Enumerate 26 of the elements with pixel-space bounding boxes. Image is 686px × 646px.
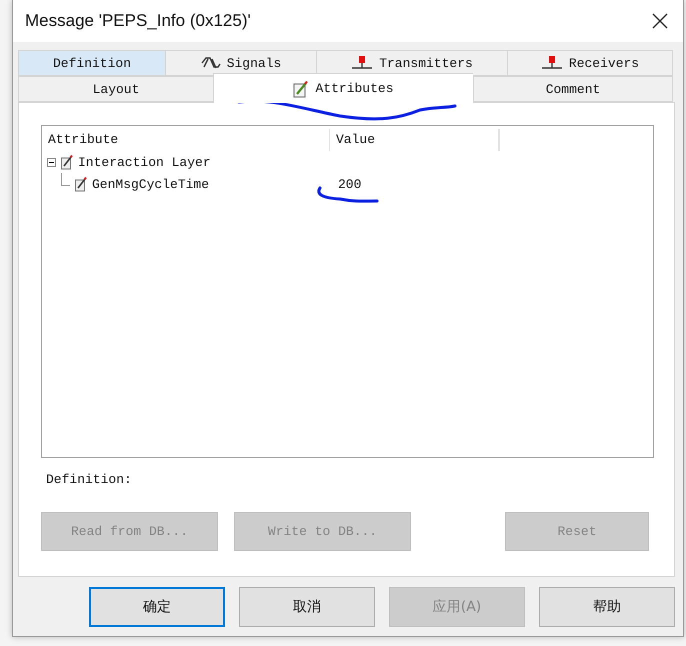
close-icon[interactable]	[652, 13, 668, 29]
node-icon	[351, 55, 374, 71]
attribute-value: 200	[337, 176, 362, 192]
tree-item[interactable]: GenMsgCycleTime	[92, 176, 210, 192]
column-header[interactable]: Attribute	[42, 129, 330, 151]
tab[interactable]: Comment	[473, 76, 673, 102]
window-title: Message 'PEPS_Info (0x125)'	[25, 11, 251, 31]
dialog-button[interactable]: 确定	[89, 587, 225, 627]
tab[interactable]: Definition	[18, 50, 165, 76]
dialog-button[interactable]: 帮助	[539, 587, 675, 627]
dialog-button[interactable]: 取消	[239, 587, 375, 627]
pencil-icon	[75, 176, 87, 192]
tab[interactable]: Signals	[165, 50, 316, 76]
pencil-icon	[61, 154, 73, 170]
tab[interactable]: Receivers	[507, 50, 673, 76]
waveform-icon	[200, 55, 221, 71]
tab[interactable]: Attributes	[213, 73, 473, 103]
node-icon	[540, 55, 563, 71]
tree-item[interactable]: Interaction Layer	[78, 154, 211, 170]
pencil-icon	[293, 80, 310, 98]
column-header[interactable]: Value	[330, 129, 499, 151]
tab[interactable]: Layout	[18, 76, 213, 102]
pen-stroke	[317, 186, 378, 203]
definition-label: Definition:	[46, 472, 133, 487]
tab[interactable]: Transmitters	[316, 50, 507, 76]
collapse-toggle[interactable]	[47, 158, 56, 166]
